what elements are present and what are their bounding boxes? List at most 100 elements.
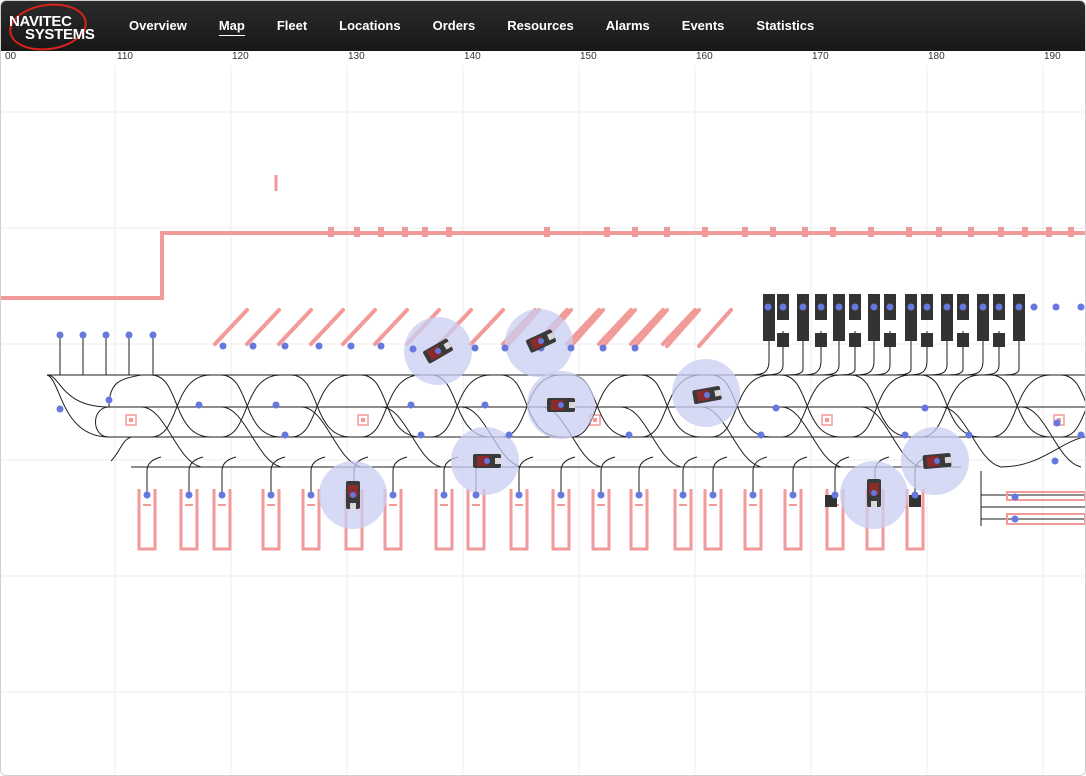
path-node[interactable] <box>901 431 909 439</box>
nav-overview[interactable]: Overview <box>113 1 203 51</box>
path-node[interactable] <box>567 344 575 352</box>
path-node[interactable] <box>597 491 605 499</box>
wall-bump <box>868 227 874 237</box>
route-path <box>990 374 1052 438</box>
path-node[interactable] <box>772 404 780 412</box>
path-node[interactable] <box>1077 431 1085 439</box>
path-node[interactable] <box>515 491 523 499</box>
path-node[interactable] <box>979 303 987 311</box>
path-node[interactable] <box>505 431 513 439</box>
path-node[interactable] <box>1011 493 1019 501</box>
path-node[interactable] <box>1051 457 1059 465</box>
path-node[interactable] <box>56 331 64 339</box>
path-node[interactable] <box>625 431 633 439</box>
path-node[interactable] <box>79 331 87 339</box>
path-node[interactable] <box>959 303 967 311</box>
agv-front <box>350 503 356 509</box>
path-node[interactable] <box>1077 303 1085 311</box>
path-node[interactable] <box>779 303 787 311</box>
agv-vehicle[interactable] <box>346 481 360 509</box>
path-node[interactable] <box>249 342 257 350</box>
nav-orders[interactable]: Orders <box>417 1 492 51</box>
nav-alarms[interactable]: Alarms <box>590 1 666 51</box>
path-node[interactable] <box>315 342 323 350</box>
path-node[interactable] <box>272 401 280 409</box>
nav-map[interactable]: Map <box>203 1 261 51</box>
path-node[interactable] <box>635 491 643 499</box>
path-node[interactable] <box>185 491 193 499</box>
path-node[interactable] <box>377 342 385 350</box>
path-node[interactable] <box>417 431 425 439</box>
wall-bump <box>998 227 1004 237</box>
storage-lane <box>601 308 637 348</box>
path-node[interactable] <box>1030 303 1038 311</box>
path-node[interactable] <box>631 344 639 352</box>
path-node[interactable] <box>921 404 929 412</box>
path-node[interactable] <box>870 303 878 311</box>
path-node[interactable] <box>851 303 859 311</box>
path-node[interactable] <box>817 303 825 311</box>
path-node[interactable] <box>281 342 289 350</box>
path-node[interactable] <box>389 491 397 499</box>
path-node[interactable] <box>409 345 417 353</box>
path-node[interactable] <box>799 303 807 311</box>
path-node[interactable] <box>749 491 757 499</box>
path-node[interactable] <box>943 303 951 311</box>
route-path <box>108 374 142 408</box>
agv-vehicle[interactable] <box>473 454 501 468</box>
path-node[interactable] <box>440 491 448 499</box>
path-node[interactable] <box>557 491 565 499</box>
path-node[interactable] <box>1052 303 1060 311</box>
path-node[interactable] <box>831 491 839 499</box>
path-node[interactable] <box>679 491 687 499</box>
nav-fleet[interactable]: Fleet <box>261 1 323 51</box>
path-node[interactable] <box>195 401 203 409</box>
agv-vehicle[interactable] <box>867 479 881 507</box>
path-node[interactable] <box>105 396 113 404</box>
agv-vehicle[interactable] <box>922 452 952 470</box>
path-node[interactable] <box>1011 515 1019 523</box>
conveyor-lane[interactable] <box>1006 491 1085 501</box>
path-node[interactable] <box>219 342 227 350</box>
path-node[interactable] <box>472 491 480 499</box>
wall-bump <box>936 227 942 237</box>
path-node[interactable] <box>886 303 894 311</box>
nav-events[interactable]: Events <box>666 1 741 51</box>
path-node[interactable] <box>923 303 931 311</box>
path-node[interactable] <box>471 344 479 352</box>
navitec-logo[interactable]: NAVITEC SYSTEMS <box>6 1 109 56</box>
path-node[interactable] <box>757 431 765 439</box>
path-node[interactable] <box>267 491 275 499</box>
path-node[interactable] <box>789 491 797 499</box>
path-node[interactable] <box>56 405 64 413</box>
path-node[interactable] <box>995 303 1003 311</box>
path-node[interactable] <box>218 491 226 499</box>
path-node[interactable] <box>281 431 289 439</box>
path-node[interactable] <box>501 344 509 352</box>
wall-bump <box>604 227 610 237</box>
path-node[interactable] <box>102 331 110 339</box>
path-node[interactable] <box>1053 419 1061 427</box>
path-node[interactable] <box>1015 303 1023 311</box>
nav-locations[interactable]: Locations <box>323 1 416 51</box>
facility-map[interactable] <box>1 51 1085 775</box>
path-node[interactable] <box>347 342 355 350</box>
path-node[interactable] <box>407 401 415 409</box>
main-nav: Overview Map Fleet Locations Orders Reso… <box>113 1 830 51</box>
path-node[interactable] <box>911 491 919 499</box>
agv-vehicle[interactable] <box>547 398 575 412</box>
path-node[interactable] <box>907 303 915 311</box>
nav-resources[interactable]: Resources <box>491 1 589 51</box>
path-node[interactable] <box>965 431 973 439</box>
path-node[interactable] <box>599 344 607 352</box>
path-node[interactable] <box>709 491 717 499</box>
route-path <box>290 374 352 438</box>
path-node[interactable] <box>149 331 157 339</box>
path-node[interactable] <box>143 491 151 499</box>
path-node[interactable] <box>835 303 843 311</box>
nav-statistics[interactable]: Statistics <box>740 1 830 51</box>
path-node[interactable] <box>764 303 772 311</box>
path-node[interactable] <box>125 331 133 339</box>
path-node[interactable] <box>307 491 315 499</box>
path-node[interactable] <box>481 401 489 409</box>
